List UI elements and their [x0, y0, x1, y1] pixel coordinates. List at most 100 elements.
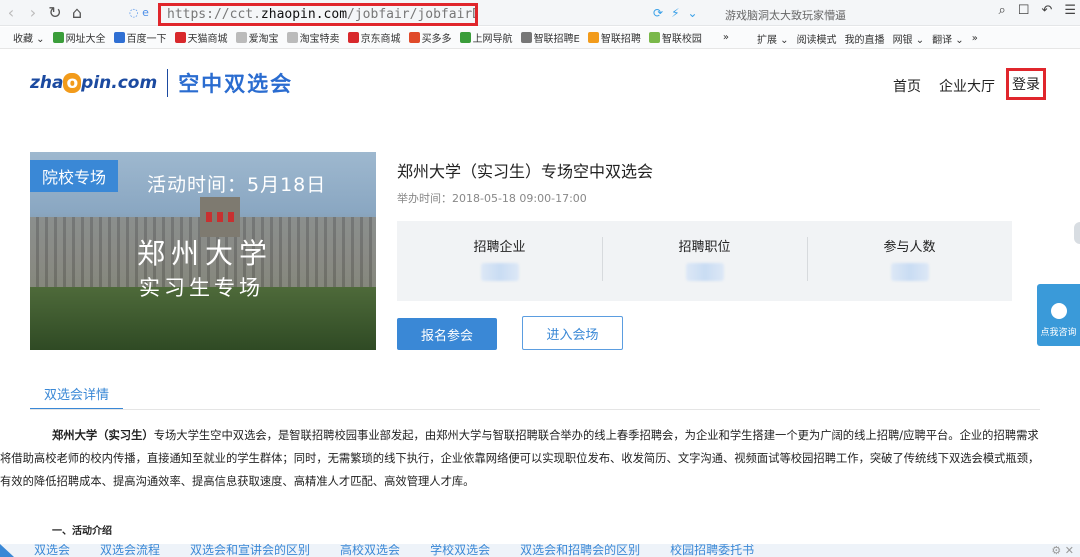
menu-icon[interactable]: ☰: [1064, 3, 1076, 18]
bookmark-item[interactable]: 淘宝特卖: [286, 30, 340, 45]
stat-label: 招聘职位: [678, 240, 731, 255]
keyword-bar-corner: [0, 544, 14, 557]
site-logo[interactable]: zha o pin.com 空中双选会: [30, 68, 293, 98]
chevron-down-icon[interactable]: ⌄: [688, 6, 698, 20]
toolbar-extension[interactable]: 扩展 ⌄: [757, 31, 789, 46]
bookmark-icon: [113, 32, 125, 43]
bookmark-label: 天猫商城: [187, 34, 228, 45]
bookmark-item[interactable]: 智联招聘E: [520, 30, 580, 45]
bookmark-icon: [520, 32, 532, 43]
nav-company-hall[interactable]: 企业大厅: [939, 76, 995, 96]
stat-positions: 招聘职位: [602, 221, 807, 301]
consult-widget[interactable]: 点我咨询: [1037, 284, 1080, 346]
consultant-icon: [1050, 303, 1067, 319]
fair-date: 举办时间：2018-05-18 09:00-17:00: [397, 192, 587, 205]
keyword-link[interactable]: 校园招聘委托书: [670, 544, 754, 557]
bookmark-item[interactable]: 网址大全: [52, 30, 106, 45]
bookmark-label: 京东商城: [360, 34, 401, 45]
bookmark-icon: [347, 32, 359, 43]
bookmark-icon: [286, 32, 298, 43]
tab-icon[interactable]: ☐: [1018, 3, 1030, 18]
url-scheme: https://cct.: [167, 7, 261, 22]
bookmark-item[interactable]: »: [710, 32, 729, 43]
site-nav: 首页 企业大厅: [893, 76, 1013, 96]
enter-venue-button[interactable]: 进入会场: [522, 316, 623, 350]
keyword-link[interactable]: 双选会: [34, 544, 70, 557]
bookmark-icon: [648, 32, 660, 43]
signup-button[interactable]: 报名参会: [397, 318, 497, 350]
bookmarks-right: 扩展 ⌄ 阅读模式 我的直播 网银 ⌄ 翻译 ⌄ »: [757, 27, 978, 48]
bookmark-item[interactable]: 上网导航: [459, 30, 513, 45]
bookmark-icon: [235, 32, 247, 43]
banner-subtitle: 实习生专场: [139, 276, 264, 300]
undo-icon[interactable]: ↶: [1041, 3, 1052, 18]
bookmark-label: 网址大全: [65, 34, 106, 45]
activity-time: 活动时间：5月18日: [147, 174, 327, 196]
keyword-link[interactable]: 双选会和招聘会的区别: [520, 544, 640, 557]
stat-value-blurred: [890, 263, 929, 281]
bookmark-icon: [710, 32, 721, 43]
bookmark-item[interactable]: 京东商城: [347, 30, 401, 45]
logo-divider: [167, 69, 169, 97]
login-button[interactable]: 登录: [1006, 68, 1046, 100]
toolbar-extension[interactable]: 网银 ⌄: [893, 31, 925, 46]
url-field[interactable]: https://cct.zhaopin.com/jobfair/jobfairD…: [158, 3, 478, 26]
refresh-icon[interactable]: ⟳: [653, 6, 663, 20]
home-icon[interactable]: ⌂: [66, 2, 88, 24]
side-handle[interactable]: [1074, 222, 1080, 244]
forward-icon[interactable]: ›: [22, 2, 44, 24]
keyword-link[interactable]: 学校双选会: [430, 544, 490, 557]
fair-stats: 招聘企业 招聘职位 参与人数: [397, 221, 1012, 301]
address-bar[interactable]: ◌ e https://cct. zhaopin.com/jobfair/jobf…: [125, 3, 865, 26]
url-path: /jobfair/jobfairDetails/78: [347, 7, 475, 22]
bookmark-item[interactable]: 爱淘宝: [235, 30, 279, 45]
search-suggestion[interactable]: 游戏脑洞太大致玩家懵逼: [725, 7, 846, 23]
keyword-link[interactable]: 双选会流程: [100, 544, 160, 557]
search-icon[interactable]: ⌕: [999, 3, 1006, 18]
bookmark-icon: [459, 32, 471, 43]
bookmark-icon: [408, 32, 420, 43]
keyword-link[interactable]: 高校双选会: [340, 544, 400, 557]
stat-participants: 参与人数: [807, 221, 1012, 301]
bookmark-item[interactable]: 百度一下: [113, 30, 167, 45]
banner-flags: [206, 212, 234, 222]
bookmark-icon: [174, 32, 186, 43]
intro-paragraph: 郑州大学（实习生）专场大学生空中双选会，是智联招聘校园事业部发起，由郑州大学与智…: [0, 424, 1042, 493]
reload-icon[interactable]: ↻: [44, 2, 66, 24]
section-heading: 一、活动介绍: [52, 526, 112, 537]
nav-home[interactable]: 首页: [893, 76, 921, 96]
bookmark-label: »: [722, 32, 730, 43]
keyword-bar: 双选会 双选会流程 双选会和宣讲会的区别 高校双选会 学校双选会 双选会和招聘会的区别 校园…: [0, 544, 1080, 557]
bookmark-label: 智联校园: [661, 34, 702, 45]
bookmark-icon: [587, 32, 599, 43]
campus-badge: 院校专场: [30, 160, 118, 192]
bookmark-label: 智联招聘: [600, 34, 641, 45]
bookmark-item[interactable]: 天猫商城: [174, 30, 228, 45]
bookmark-item[interactable]: 智联校园: [648, 30, 702, 45]
lightning-icon[interactable]: ⚡: [671, 6, 679, 20]
toolbar-extension[interactable]: 翻译 ⌄: [932, 31, 964, 46]
stat-value-blurred: [685, 263, 724, 281]
tab-fair-details[interactable]: 双选会详情: [30, 379, 124, 410]
toolbar-extension[interactable]: 阅读模式: [797, 31, 837, 46]
bookmark-icon: [52, 32, 64, 43]
intro-bold: 郑州大学（实习生）: [52, 429, 154, 442]
bookmark-label: 买多多: [421, 34, 452, 45]
stat-companies: 招聘企业: [397, 221, 602, 301]
toolbar-extension[interactable]: 我的直播: [845, 31, 885, 46]
back-icon[interactable]: ‹: [0, 2, 22, 24]
bookmark-item[interactable]: 收藏 ⌄: [0, 30, 45, 45]
toolbar-extension[interactable]: »: [972, 33, 978, 44]
bookmark-label: 上网导航: [472, 34, 513, 45]
keyword-link[interactable]: 双选会和宣讲会的区别: [190, 544, 310, 557]
url-host: zhaopin.com: [260, 7, 348, 22]
bookmark-item[interactable]: 智联招聘: [587, 30, 641, 45]
url-tools: ⟳ ⚡ ⌄: [653, 6, 698, 20]
close-icon[interactable]: ⚙ ✕: [1051, 544, 1074, 557]
fair-banner: 院校专场 活动时间：5月18日 郑州大学 实习生专场: [30, 152, 376, 350]
consult-label: 点我咨询: [1040, 328, 1077, 338]
tab-divider: [30, 409, 1040, 410]
logo-wordmark: zha o pin.com: [30, 73, 158, 93]
bookmark-item[interactable]: 买多多: [408, 30, 452, 45]
url-prefix: ◌ e: [129, 6, 149, 19]
